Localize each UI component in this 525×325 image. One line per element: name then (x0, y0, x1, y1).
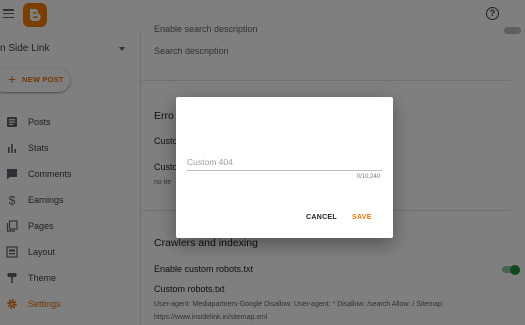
save-button[interactable]: SAVE (352, 214, 372, 221)
custom-404-dialog: 0/10,240 CANCEL SAVE (176, 97, 393, 238)
custom-404-input[interactable] (187, 155, 382, 171)
character-counter: 0/10,240 (356, 174, 380, 180)
cancel-button[interactable]: CANCEL (306, 214, 337, 221)
